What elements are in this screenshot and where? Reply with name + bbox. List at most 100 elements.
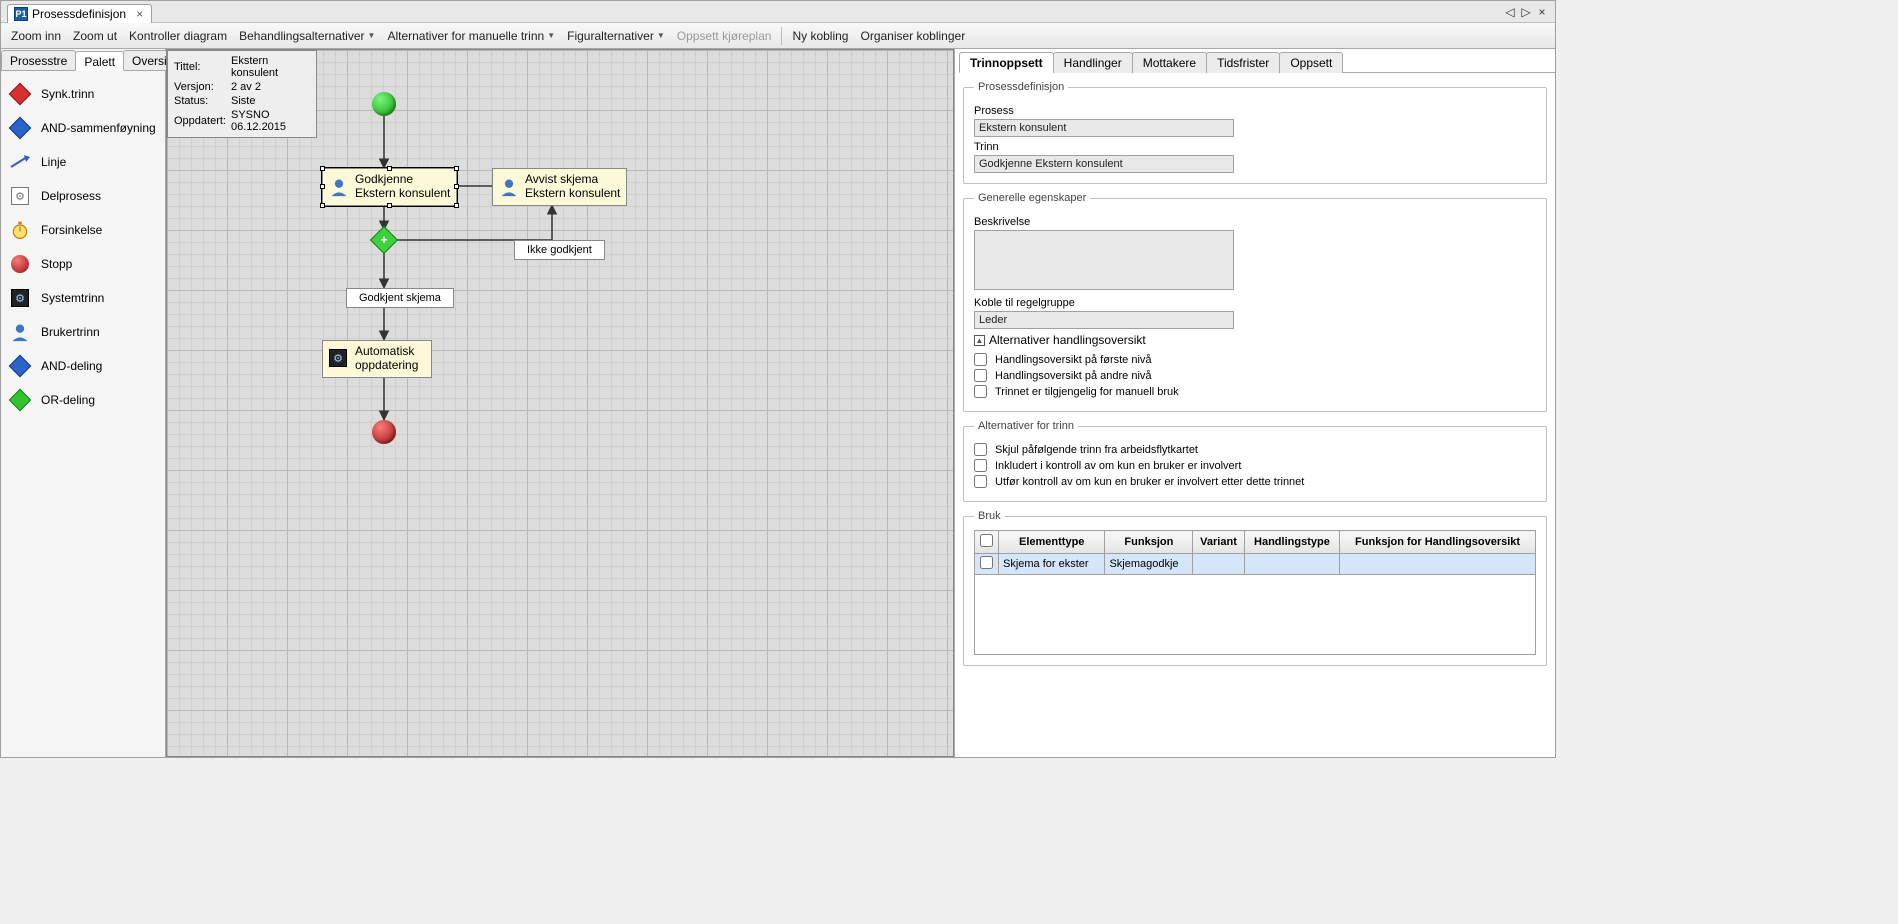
palette-subprocess[interactable]: ⚙Delprosess — [1, 179, 165, 213]
tab-actions[interactable]: Handlinger — [1053, 52, 1133, 73]
grid-header-actiontype[interactable]: Handlingstype — [1244, 531, 1339, 554]
diamond-green-icon — [9, 389, 31, 411]
chk-manual-use[interactable] — [974, 385, 987, 398]
cell-elementtype: Skjema for ekster — [999, 554, 1105, 575]
close-window-icon[interactable]: × — [1535, 5, 1549, 19]
info-status: Siste — [231, 95, 310, 107]
back-icon[interactable]: ◁ — [1503, 5, 1517, 19]
palette-stop[interactable]: Stopp — [1, 247, 165, 281]
treatment-alternatives-menu[interactable]: Behandlingsalternativer ▼ — [233, 26, 381, 46]
new-coupling-button[interactable]: Ny kobling — [786, 26, 854, 46]
palette-and-join[interactable]: AND-sammenføyning — [1, 111, 165, 145]
subprocess-icon: ⚙ — [9, 185, 31, 207]
label-approved[interactable]: Godkjent skjema — [346, 288, 454, 308]
document-tab[interactable]: P1 Prosessdefinisjon × — [7, 4, 152, 23]
tab-step-setup[interactable]: Trinnoppsett — [959, 52, 1054, 73]
user-icon — [329, 177, 349, 197]
tab-deadlines[interactable]: Tidsfrister — [1206, 52, 1280, 73]
cell-func-overview — [1340, 554, 1536, 575]
group-process-definition: Prosessdefinisjon Prosess Ekstern konsul… — [963, 81, 1547, 184]
chk-included-single-user[interactable] — [974, 459, 987, 472]
palette-label: Linje — [41, 155, 66, 169]
user-icon — [9, 321, 31, 343]
toolbar-label: Figuralternativer — [567, 29, 654, 43]
field-label: Koble til regelgruppe — [974, 297, 1536, 309]
node-auto-update[interactable]: ⚙ Automatiskoppdatering — [322, 340, 432, 378]
info-status-label: Status: — [174, 95, 229, 107]
palette-label: Forsinkelse — [41, 223, 102, 237]
chk-hide-next[interactable] — [974, 443, 987, 456]
palette-label: AND-deling — [41, 359, 102, 373]
collapser-label: Alternativer handlingsoversikt — [989, 333, 1146, 347]
close-tab-icon[interactable]: × — [136, 7, 143, 21]
schedule-setup-button: Oppsett kjøreplan — [671, 26, 778, 46]
tab-process-tree[interactable]: Prosesstre — [1, 50, 76, 70]
group-step-alternatives: Alternativer for trinn Skjul påfølgende … — [963, 420, 1547, 502]
figure-alternatives-menu[interactable]: Figuralternativer▼ — [561, 26, 671, 46]
palette-system-step[interactable]: ⚙Systemtrinn — [1, 281, 165, 315]
node-rejected[interactable]: Avvist skjemaEkstern konsulent — [492, 168, 627, 206]
forward-icon[interactable]: ▷ — [1519, 5, 1533, 19]
cell-function: Skjemagodkje — [1105, 554, 1193, 575]
table-row[interactable]: Skjema for ekster Skjemagodkje — [975, 554, 1536, 575]
palette-label: OR-deling — [41, 393, 95, 407]
stop-node[interactable] — [372, 420, 396, 444]
cell-actiontype — [1244, 554, 1339, 575]
palette-or-split[interactable]: OR-deling — [1, 383, 165, 417]
diagram-canvas[interactable]: Tittel:Ekstern konsulent Versjon:2 av 2 … — [166, 49, 954, 757]
toolbar-label: Alternativer for manuelle trinn — [387, 29, 544, 43]
palette-delay[interactable]: Forsinkelse — [1, 213, 165, 247]
node-label: Automatiskoppdatering — [355, 345, 418, 373]
info-updated-label: Oppdatert: — [174, 109, 229, 133]
description-input[interactable] — [974, 230, 1234, 290]
grid-header-func-overview[interactable]: Funksjon for Handlingsoversikt — [1340, 531, 1536, 554]
zoom-in-button[interactable]: Zoom inn — [5, 26, 67, 46]
grid-header-check[interactable] — [975, 531, 999, 554]
palette: Synk.trinn AND-sammenføyning Linje ⚙Delp… — [1, 71, 165, 757]
select-all-checkbox[interactable] — [980, 534, 993, 547]
properties-body: Prosessdefinisjon Prosess Ekstern konsul… — [955, 73, 1555, 757]
grid-header-variant[interactable]: Variant — [1193, 531, 1244, 554]
connector-arrows — [167, 50, 953, 756]
chk-label: Skjul påfølgende trinn fra arbeidsflytka… — [995, 444, 1198, 456]
palette-sync-step[interactable]: Synk.trinn — [1, 77, 165, 111]
node-label: GodkjenneEkstern konsulent — [355, 173, 450, 201]
palette-line[interactable]: Linje — [1, 145, 165, 179]
chk-first-level[interactable] — [974, 353, 987, 366]
control-diagram-button[interactable]: Kontroller diagram — [123, 26, 233, 46]
system-step-icon: ⚙ — [329, 349, 349, 369]
tab-palette[interactable]: Palett — [75, 51, 124, 71]
gateway-node[interactable] — [370, 226, 398, 254]
grid-header-function[interactable]: Funksjon — [1105, 531, 1193, 554]
chk-label: Handlingsoversikt på andre nivå — [995, 370, 1152, 382]
organize-couplings-button[interactable]: Organiser koblinger — [854, 26, 971, 46]
toolbar-separator — [781, 27, 782, 45]
diagram-info-box: Tittel:Ekstern konsulent Versjon:2 av 2 … — [167, 50, 317, 138]
start-node[interactable] — [372, 92, 396, 116]
row-checkbox[interactable] — [980, 556, 993, 569]
chk-second-level[interactable] — [974, 369, 987, 382]
label-not-approved[interactable]: Ikke godkjent — [514, 240, 605, 260]
collapser-action-overview[interactable]: ▲ Alternativer handlingsoversikt — [974, 333, 1536, 347]
zoom-out-button[interactable]: Zoom ut — [67, 26, 123, 46]
chk-perform-single-user[interactable] — [974, 475, 987, 488]
chk-label: Handlingsoversikt på første nivå — [995, 354, 1152, 366]
diamond-red-icon — [9, 83, 31, 105]
chevron-down-icon: ▼ — [368, 31, 376, 40]
tab-setup[interactable]: Oppsett — [1279, 52, 1343, 73]
left-tabs: Prosesstre Palett Oversikt — [1, 49, 165, 71]
rule-group-field[interactable]: Leder — [974, 311, 1234, 329]
tab-recipients[interactable]: Mottakere — [1132, 52, 1207, 73]
toolbar-label: Behandlingsalternativer — [239, 29, 364, 43]
field-label: Prosess — [974, 105, 1536, 117]
grid-header-elementtype[interactable]: Elementtype — [999, 531, 1105, 554]
node-approve[interactable]: GodkjenneEkstern konsulent — [322, 168, 457, 206]
palette-user-step[interactable]: Brukertrinn — [1, 315, 165, 349]
app-icon: P1 — [14, 7, 28, 21]
manual-step-alternatives-menu[interactable]: Alternativer for manuelle trinn▼ — [381, 26, 561, 46]
palette-label: Stopp — [41, 257, 72, 271]
use-grid[interactable]: Elementtype Funksjon Variant Handlingsty… — [974, 530, 1536, 575]
chk-label: Inkludert i kontroll av om kun en bruker… — [995, 460, 1241, 472]
palette-and-split[interactable]: AND-deling — [1, 349, 165, 383]
group-general-properties: Generelle egenskaper Beskrivelse Koble t… — [963, 192, 1547, 412]
